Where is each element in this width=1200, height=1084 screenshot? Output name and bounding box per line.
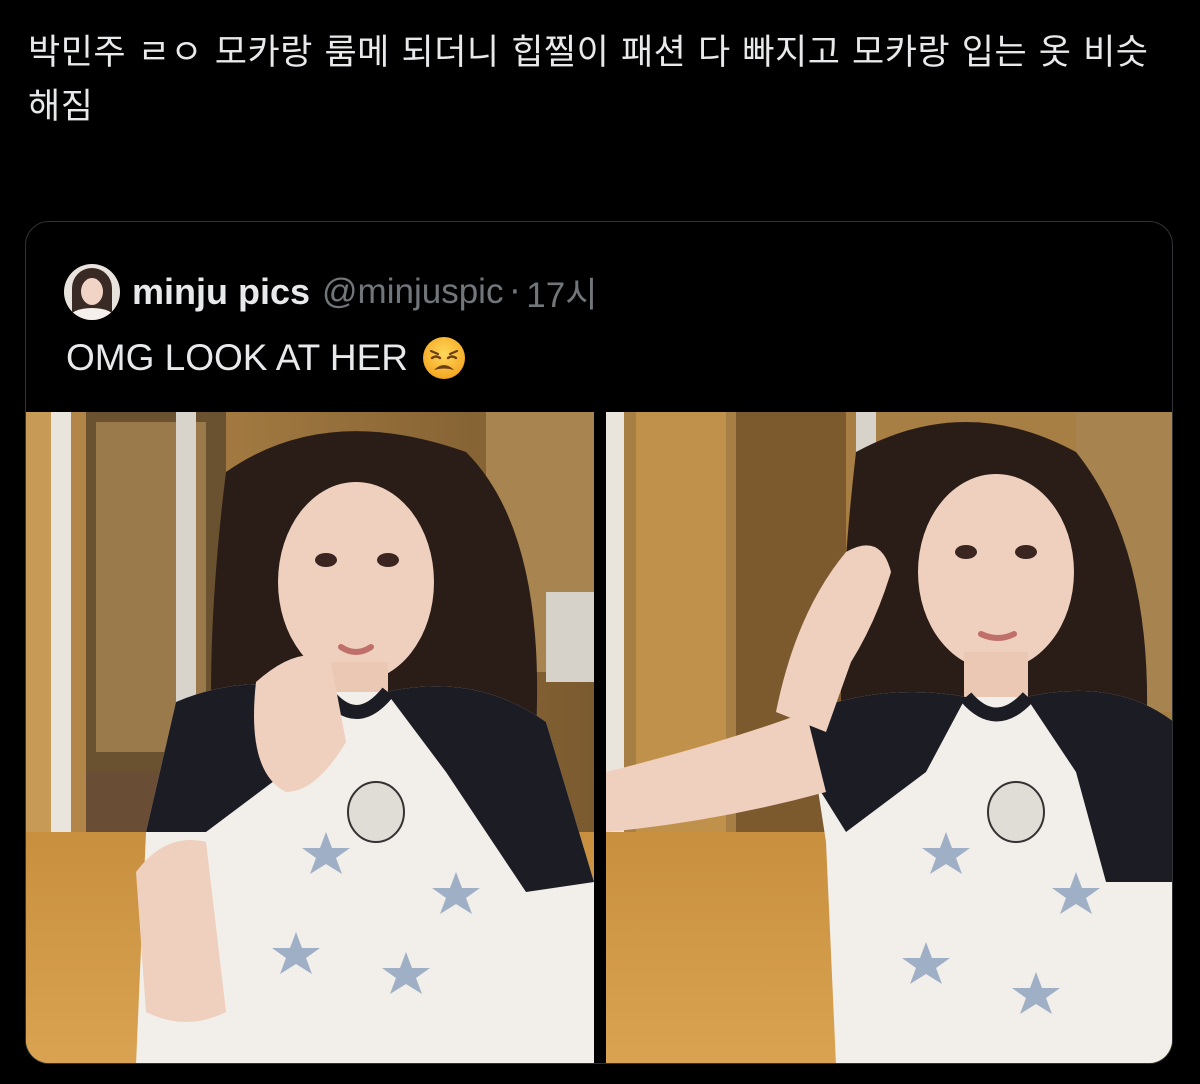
weary-face-emoji-icon: [422, 337, 465, 379]
media-grid: [26, 412, 1172, 1063]
quoted-tweet-header: minju pics @minjuspic · 17시: [64, 262, 597, 322]
display-name[interactable]: minju pics: [132, 271, 310, 313]
quoted-tweet-text: OMG LOOK AT HER: [66, 336, 466, 380]
avatar[interactable]: [64, 264, 120, 320]
photo-1[interactable]: [26, 412, 594, 1063]
photo-2[interactable]: [606, 412, 1172, 1063]
handle[interactable]: @minjuspic: [322, 272, 503, 312]
timestamp[interactable]: 17시: [526, 267, 597, 318]
separator-dot: ·: [509, 272, 521, 312]
quoted-tweet-text-content: OMG LOOK AT HER: [66, 337, 408, 378]
tweet-text: 박민주 ㄹㅇ 모카랑 룸메 되더니 힙찔이 패션 다 빠지고 모카랑 입는 옷 …: [28, 33, 1149, 127]
quoted-tweet-card[interactable]: minju pics @minjuspic · 17시 OMG LOOK AT …: [25, 221, 1173, 1064]
